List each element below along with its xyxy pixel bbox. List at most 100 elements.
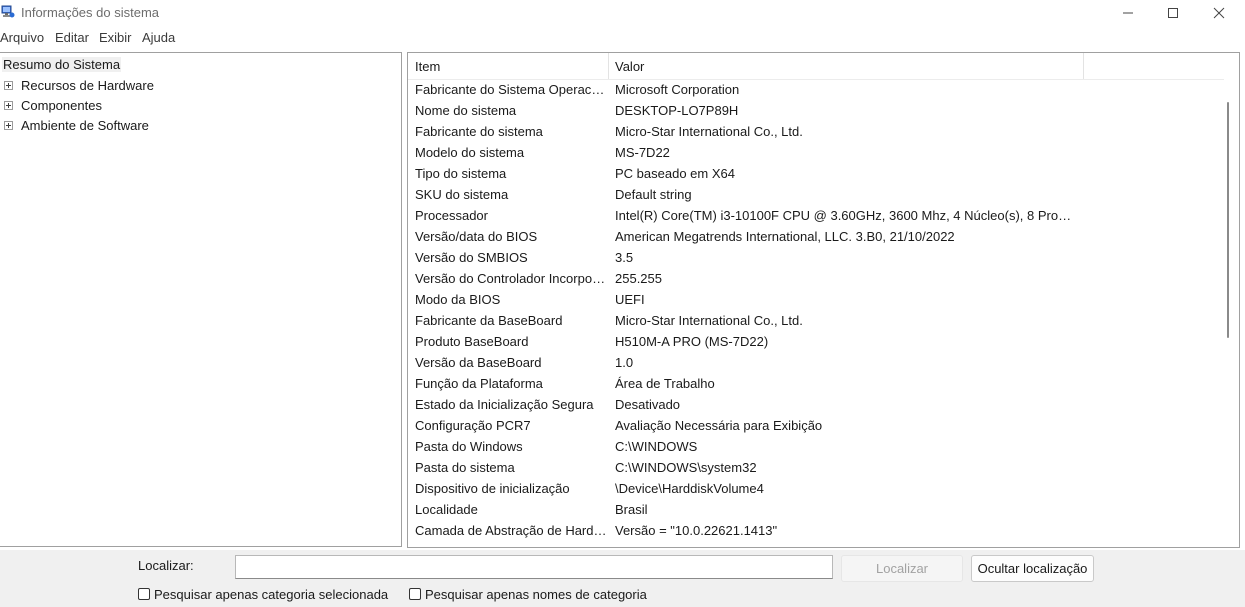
table-row[interactable]: Versão do Controlador Incorporado 255.255 [408, 268, 1224, 289]
system-info-icon [1, 5, 15, 19]
checkbox-box[interactable] [138, 588, 150, 600]
row-value: Microsoft Corporation [615, 82, 740, 97]
table-row[interactable]: Produto BaseBoard H510M-A PRO (MS-7D22) [408, 331, 1224, 352]
table-row[interactable]: Localidade Brasil [408, 499, 1224, 520]
table-row[interactable]: Dispositivo de inicialização \Device\Hard… [408, 478, 1224, 499]
menu-editar[interactable]: Editar [55, 30, 89, 45]
row-value: Intel(R) Core(TM) i3-10100F CPU @ 3.60GH… [615, 208, 1075, 223]
row-item: Estado da Inicialização Segura [415, 397, 594, 412]
row-value: H510M-A PRO (MS-7D22) [615, 334, 769, 349]
tree-item-label: Recursos de Hardware [21, 78, 154, 93]
row-item: Nome do sistema [415, 103, 517, 118]
table-row[interactable]: Pasta do Windows C:\WINDOWS [408, 436, 1224, 457]
checkbox-box[interactable] [409, 588, 421, 600]
table-row[interactable]: SKU do sistema Default string [408, 184, 1224, 205]
list-header: Item Valor [408, 53, 1224, 80]
row-item: Fabricante do Sistema Operacional [415, 82, 607, 97]
row-value: 1.0 [615, 355, 634, 370]
menu-bar: Arquivo Editar Exibir Ajuda [0, 28, 1245, 48]
close-icon [1213, 7, 1225, 19]
row-item: Tipo do sistema [415, 166, 507, 181]
table-row[interactable]: Modo da BIOS UEFI [408, 289, 1224, 310]
row-item: Função da Plataforma [415, 376, 543, 391]
row-value: DESKTOP-LO7P89H [615, 103, 739, 118]
table-row[interactable]: Fabricante do Sistema Operacional Microso… [408, 79, 1224, 100]
column-divider[interactable] [608, 53, 609, 79]
table-row[interactable]: Versão/data do BIOS American Megatrends I… [408, 226, 1224, 247]
row-value: Avaliação Necessária para Exibição [615, 418, 823, 433]
table-row[interactable]: Configuração PCR7 Avaliação Necessária pa… [408, 415, 1224, 436]
row-value: American Megatrends International, LLC. … [615, 229, 955, 244]
checkbox-label: Pesquisar apenas categoria selecionada [154, 587, 389, 602]
row-value: \Device\HarddiskVolume4 [615, 481, 764, 496]
checkbox-label: Pesquisar apenas nomes de categoria [425, 587, 647, 602]
row-item: Versão da BaseBoard [415, 355, 542, 370]
expand-icon[interactable] [4, 81, 13, 90]
row-item: Fabricante da BaseBoard [415, 313, 563, 328]
row-value: UEFI [615, 292, 645, 307]
row-value: Micro-Star International Co., Ltd. [615, 313, 803, 328]
row-item: Versão do Controlador Incorporado [415, 271, 607, 286]
expand-icon[interactable] [4, 101, 13, 110]
maximize-button[interactable] [1150, 0, 1196, 26]
row-item: Versão do SMBIOS [415, 250, 528, 265]
row-value: MS-7D22 [615, 145, 670, 160]
row-value: Default string [615, 187, 692, 202]
details-list[interactable]: Item Valor Fabricante do Sistema Operaci… [407, 52, 1240, 548]
row-value: Micro-Star International Co., Ltd. [615, 124, 803, 139]
title-bar[interactable]: Informações do sistema [0, 0, 1245, 26]
tree-item-system-summary[interactable]: Resumo do Sistema [2, 57, 122, 72]
menu-arquivo[interactable]: Arquivo [0, 30, 44, 45]
category-tree[interactable]: Resumo do Sistema Recursos de Hardware C… [0, 52, 402, 547]
menu-ajuda[interactable]: Ajuda [142, 30, 175, 45]
row-value: PC baseado em X64 [615, 166, 735, 181]
row-value: 255.255 [615, 271, 662, 286]
row-value: 3.5 [615, 250, 634, 265]
row-value: Área de Trabalho [615, 376, 715, 391]
minimize-icon [1123, 12, 1133, 14]
find-bar: Localizar: Localizar Ocultar localização… [0, 550, 1245, 607]
expand-icon[interactable] [4, 121, 13, 130]
row-value: Brasil [615, 502, 648, 517]
row-item: Produto BaseBoard [415, 334, 529, 349]
row-item: Processador [415, 208, 488, 223]
table-row[interactable]: Processador Intel(R) Core(TM) i3-10100F C… [408, 205, 1224, 226]
row-item: Modelo do sistema [415, 145, 525, 160]
table-row[interactable]: Estado da Inicialização Segura Desativado [408, 394, 1224, 415]
row-item: Versão/data do BIOS [415, 229, 538, 244]
row-value: C:\WINDOWS [615, 439, 698, 454]
row-item: SKU do sistema [415, 187, 509, 202]
close-button[interactable] [1196, 0, 1242, 26]
table-row[interactable]: Fabricante do sistema Micro-Star Internat… [408, 121, 1224, 142]
column-divider[interactable] [1083, 53, 1084, 79]
row-item: Localidade [415, 502, 478, 517]
table-row[interactable]: Nome do sistema DESKTOP-LO7P89H [408, 100, 1224, 121]
row-item: Configuração PCR7 [415, 418, 531, 433]
tree-item-label: Componentes [21, 98, 102, 113]
row-item: Modo da BIOS [415, 292, 501, 307]
table-row[interactable]: Pasta do sistema C:\WINDOWS\system32 [408, 457, 1224, 478]
find-button[interactable]: Localizar [841, 555, 963, 582]
row-item: Pasta do sistema [415, 460, 515, 475]
hide-find-button[interactable]: Ocultar localização [971, 555, 1094, 582]
row-item: Camada de Abstração de Hardware [415, 523, 607, 538]
table-row[interactable]: Fabricante da BaseBoard Micro-Star Intern… [408, 310, 1224, 331]
row-value: Desativado [615, 397, 681, 412]
minimize-button[interactable] [1105, 0, 1151, 26]
row-value: C:\WINDOWS\system32 [615, 460, 757, 475]
table-row[interactable]: Versão da BaseBoard 1.0 [408, 352, 1224, 373]
scrollbar-thumb[interactable] [1227, 102, 1229, 338]
row-value: Versão = "10.0.22621.1413" [615, 523, 778, 538]
table-row[interactable]: Modelo do sistema MS-7D22 [408, 142, 1224, 163]
window-title: Informações do sistema [21, 5, 160, 20]
row-item: Dispositivo de inicialização [415, 481, 570, 496]
column-header-value[interactable]: Valor [615, 59, 644, 74]
tree-item-label: Ambiente de Software [21, 118, 149, 133]
table-row[interactable]: Versão do SMBIOS 3.5 [408, 247, 1224, 268]
find-input[interactable] [235, 555, 833, 579]
menu-exibir[interactable]: Exibir [99, 30, 132, 45]
table-row[interactable]: Função da Plataforma Área de Trabalho [408, 373, 1224, 394]
column-header-item[interactable]: Item [415, 59, 440, 74]
table-row[interactable]: Camada de Abstração de Hardware Versão = … [408, 520, 1224, 541]
table-row[interactable]: Tipo do sistema PC baseado em X64 [408, 163, 1224, 184]
